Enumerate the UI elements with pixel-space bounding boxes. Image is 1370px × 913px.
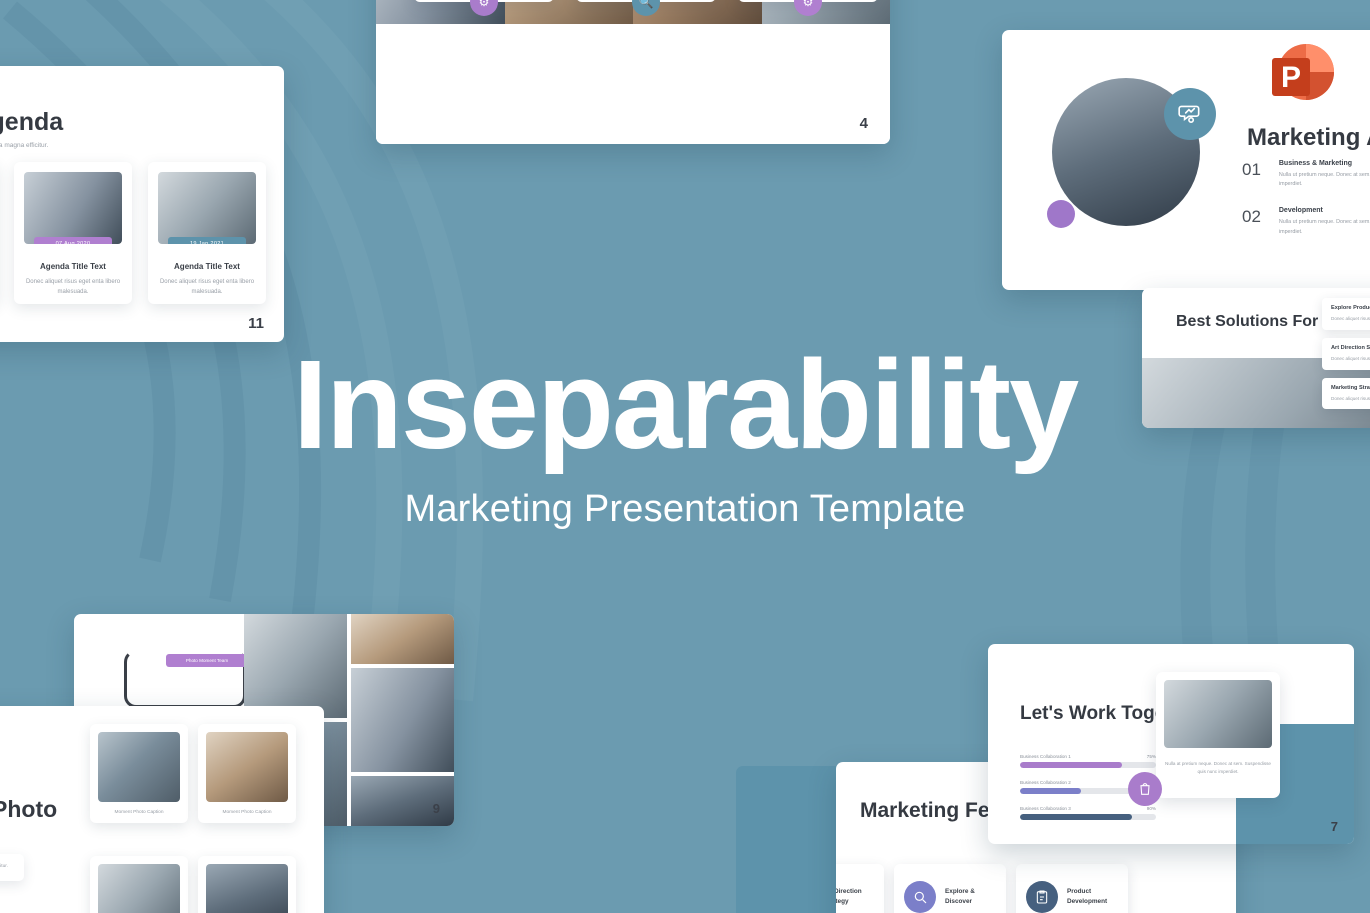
- slide-title: Marketing Ag: [1247, 124, 1370, 151]
- page-subtitle: Marketing Presentation Template: [404, 487, 966, 530]
- slide-client-agenda[interactable]: Client Agenda eget libero malesuada, qui…: [0, 66, 284, 342]
- agenda-card-title: Agenda Title Text: [40, 262, 106, 271]
- shopping-bag-icon: [1128, 772, 1162, 806]
- progress-track: [1020, 814, 1156, 820]
- photo-thumbnail: [98, 732, 180, 802]
- progress-label: Business Collaboration 1: [1020, 754, 1071, 759]
- progress-bar-row: Business Collaboration 1 75%: [1020, 754, 1156, 768]
- photo-card[interactable]: Moment Photo Caption: [90, 724, 188, 823]
- feature-card[interactable]: Explore & Discover: [894, 864, 1006, 913]
- photo-card[interactable]: Nulla at pretium neque. Donec at sem. Su…: [1156, 672, 1280, 798]
- solution-card-title: Marketing Strat: [1331, 384, 1370, 391]
- feature-card-list: Brand Strategy Vivamus elementum semper …: [414, 0, 878, 16]
- progress-value: 75%: [1146, 754, 1156, 759]
- photo-card[interactable]: [198, 856, 296, 913]
- agenda-card-list: 21 Mar 2020 Agenda Title Text Donec aliq…: [0, 162, 266, 304]
- solution-card-text: Donec aliquet risus eget pharetra magna …: [1331, 355, 1370, 361]
- agenda-date-badge: 19 Jan 2021: [168, 237, 246, 244]
- agenda-thumbnail: 07 Aug 2020: [24, 172, 122, 244]
- feature-card[interactable]: Explore Product Vivamus elementum semper…: [576, 0, 716, 16]
- item-title: Business & Marketing: [1278, 160, 1353, 167]
- slide-marketing-agency[interactable]: P Marketing Ag 01 Business & Marketing N…: [1002, 30, 1370, 290]
- feature-card[interactable]: Product Development: [1016, 864, 1128, 913]
- solution-card-list: Explore Product Donec aliquet risus eget…: [1322, 298, 1370, 417]
- feature-card-title: Explore & Discover: [945, 888, 975, 905]
- item-number: 01: [1242, 160, 1261, 179]
- feature-card[interactable]: Brand Strategy Vivamus elementum semper …: [414, 0, 554, 16]
- item-text: Nulla ut pretium neque. Donec at sem. Su…: [1278, 172, 1370, 188]
- solution-card-text: Donec aliquet risus eget pharetra magna …: [1331, 316, 1370, 321]
- slide-brand-strategy[interactable]: Brand Strategy Vivamus elementum semper …: [376, 0, 890, 144]
- numbered-item[interactable]: 01 Business & Marketing Nulla ut pretium…: [1242, 160, 1370, 189]
- agenda-card[interactable]: 07 Aug 2020 Agenda Title Text Donec aliq…: [14, 162, 132, 304]
- progress-label: Business Collaboration 3: [1020, 806, 1071, 811]
- solution-card[interactable]: Marketing Strat Donec aliquet risus eget…: [1322, 377, 1370, 410]
- presentation-preview-canvas: Inseparability Marketing Presentation Te…: [0, 0, 1370, 913]
- progress-value: 90%: [1146, 806, 1156, 811]
- solution-card[interactable]: Explore Product Donec aliquet risus eget…: [1322, 298, 1370, 330]
- feature-card[interactable]: Development Vivamus elementum semper nis…: [738, 0, 878, 16]
- numbered-item[interactable]: 02 Development Nulla ut pretium neque. D…: [1242, 207, 1370, 236]
- progress-bar-row: Business Collaboration 3 90%: [1020, 806, 1156, 820]
- clipboard-icon: [1026, 881, 1058, 913]
- slide-page-number: 4: [859, 115, 868, 132]
- agenda-thumbnail: 19 Jan 2021: [158, 172, 256, 244]
- progress-track: [1020, 762, 1156, 768]
- photo-card[interactable]: [90, 856, 188, 913]
- slide-page-number: 11: [248, 315, 264, 332]
- photo-note-text: risus eget libero quis pharetra magna ef…: [0, 864, 8, 869]
- slide-title: Client Agenda: [0, 108, 64, 136]
- photo-thumbnail: [1164, 680, 1272, 748]
- photo-card-list: Moment Photo Caption Moment Photo Captio…: [90, 724, 296, 823]
- svg-text:P: P: [1281, 61, 1301, 94]
- slide-best-solutions[interactable]: Best Solutions For Client Explore Produc…: [1142, 288, 1370, 428]
- progress-fill: [1020, 762, 1122, 768]
- feature-card[interactable]: Art Direction Strategy: [836, 864, 884, 913]
- solution-card-title: Explore Product: [1331, 305, 1370, 311]
- photo-card-list-secondary: [90, 856, 296, 913]
- photo-caption: Moment Photo Caption: [222, 810, 272, 815]
- photo-moment-team-chip: Photo Moment Team: [166, 654, 248, 667]
- accent-dot: [1047, 200, 1075, 228]
- photo-caption: Nulla at pretium neque. Donec at sem. Su…: [1165, 761, 1271, 775]
- slide-photo-gallery[interactable]: Photo Moment Photo Caption Moment Photo …: [0, 706, 324, 913]
- item-text: Nulla ut pretium neque. Donec at sem. Su…: [1278, 219, 1370, 235]
- item-number: 02: [1242, 207, 1261, 227]
- solution-card-title: Art Direction Str: [1331, 344, 1370, 351]
- solution-card-text: Donec aliquet risus eget pharetra magna …: [1331, 395, 1370, 401]
- progress-label: Business Collaboration 2: [1020, 780, 1071, 785]
- photo-note-card[interactable]: risus eget libero quis pharetra magna ef…: [0, 854, 24, 881]
- item-title: Development: [1278, 207, 1323, 215]
- photo-card[interactable]: Moment Photo Caption: [198, 724, 296, 823]
- agenda-date-badge: 07 Aug 2020: [34, 237, 112, 244]
- numbered-item-list: 01 Business & Marketing Nulla ut pretium…: [1242, 160, 1370, 255]
- slide-page-number: 7: [1330, 819, 1338, 834]
- agenda-card-text: Donec aliquet risus eget enta libero mal…: [25, 279, 121, 296]
- slide-body: Brand Strategy Vivamus elementum semper …: [376, 0, 890, 144]
- magnifier-icon: [904, 881, 936, 913]
- agenda-card-title: Agenda Title Text: [174, 262, 240, 271]
- agenda-card-text: Donec aliquet risus eget enta libero mal…: [159, 279, 255, 296]
- progress-fill: [1020, 814, 1132, 820]
- progress-fill: [1020, 788, 1082, 794]
- feature-card-title: Product Development: [1067, 888, 1108, 905]
- solution-card[interactable]: Art Direction Str Donec aliquet risus eg…: [1322, 337, 1370, 370]
- photo-thumbnail: [98, 864, 180, 913]
- user-insight-icon: [1164, 88, 1216, 140]
- powerpoint-logo: P: [1272, 44, 1334, 100]
- slide-title: Photo: [0, 796, 58, 822]
- photo-caption: Moment Photo Caption: [114, 810, 164, 815]
- photo-thumbnail: [206, 732, 288, 802]
- agenda-card[interactable]: 19 Jan 2021 Agenda Title Text Donec aliq…: [148, 162, 266, 304]
- photo-thumbnail: [206, 864, 288, 913]
- slide-lets-work-together[interactable]: Let's Work Together! Business Collaborat…: [988, 644, 1354, 844]
- feature-card-title: Art Direction Strategy: [836, 888, 862, 905]
- slide-description: eget libero malesuada, quis pharetra mag…: [0, 142, 49, 149]
- slide-page-number: 9: [432, 801, 440, 816]
- feature-card-list: Art Direction Strategy Explore & Discove…: [836, 864, 1128, 913]
